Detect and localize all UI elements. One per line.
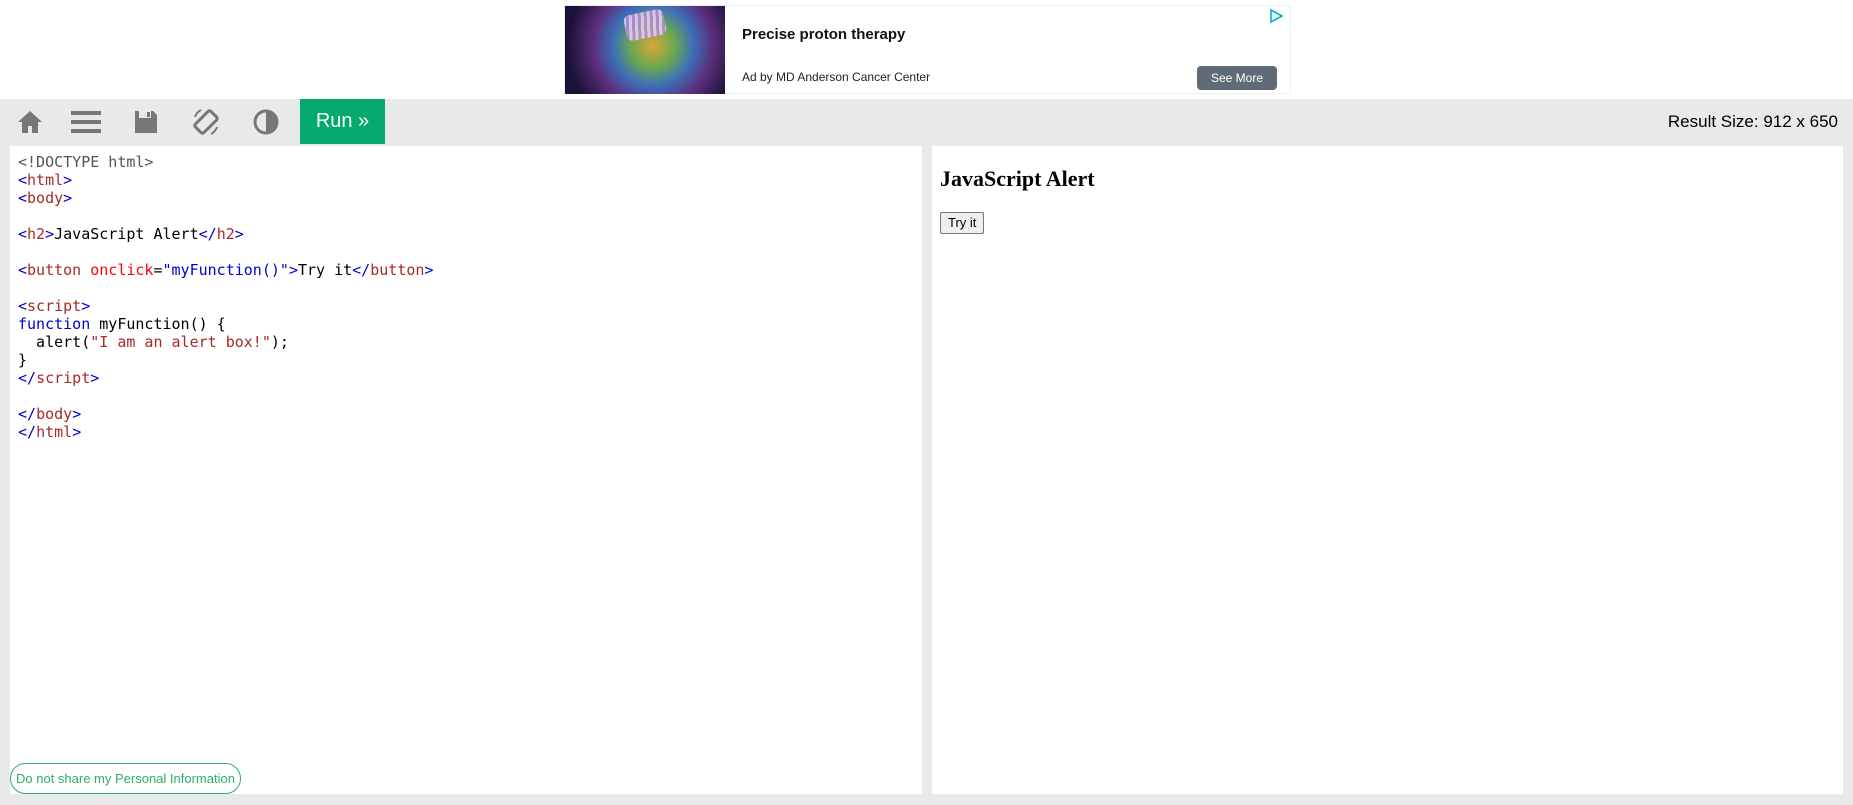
rotate-icon[interactable] [176, 99, 236, 144]
result-pane: JavaScript Alert Try it [932, 146, 1843, 794]
code-h2-text: JavaScript Alert [54, 225, 199, 243]
save-icon[interactable] [116, 99, 176, 144]
code-button-text: Try it [297, 261, 353, 279]
code-doctype: <!DOCTYPE html> [18, 153, 154, 171]
code-tag-script: script [27, 297, 82, 315]
result-size-label: Result Size: 912 x 650 [1667, 112, 1838, 131]
toolbar: Run » Result Size: 912 x 650 [0, 99, 1853, 144]
code-tag-h2: h2 [27, 225, 46, 243]
ad-image[interactable] [565, 6, 725, 94]
code-tag-body: body [27, 189, 64, 207]
result-heading: JavaScript Alert [940, 166, 1095, 191]
home-icon[interactable] [0, 99, 60, 144]
code-text[interactable]: <!DOCTYPE html> <html> <body> <h2>JavaSc… [18, 153, 433, 441]
code-editor[interactable]: <!DOCTYPE html> <html> <body> <h2>JavaSc… [10, 146, 922, 794]
ad-banner[interactable]: Precise proton therapy Ad by MD Anderson… [564, 5, 1291, 94]
privacy-opt-out-button[interactable]: Do not share my Personal Information [10, 763, 241, 794]
run-button[interactable]: Run » [300, 99, 385, 144]
code-tag-html: html [27, 171, 64, 189]
code-attr-value: "myFunction()" [162, 261, 289, 279]
code-string: "I am an alert box!" [90, 333, 271, 351]
code-tag-button: button [27, 261, 82, 279]
ad-title[interactable]: Precise proton therapy [742, 26, 905, 43]
try-it-button[interactable]: Try it [940, 212, 985, 234]
ad-banner-area: Precise proton therapy Ad by MD Anderson… [0, 0, 1853, 99]
ad-sponsor: Ad by MD Anderson Cancer Center [742, 70, 931, 84]
menu-icon[interactable] [56, 99, 116, 144]
ad-choices-icon[interactable] [1268, 8, 1284, 24]
see-more-button[interactable]: See More [1197, 66, 1277, 90]
code-attr-onclick: onclick [90, 261, 154, 279]
code-keyword-function: function [18, 315, 91, 333]
contrast-icon[interactable] [236, 99, 296, 144]
